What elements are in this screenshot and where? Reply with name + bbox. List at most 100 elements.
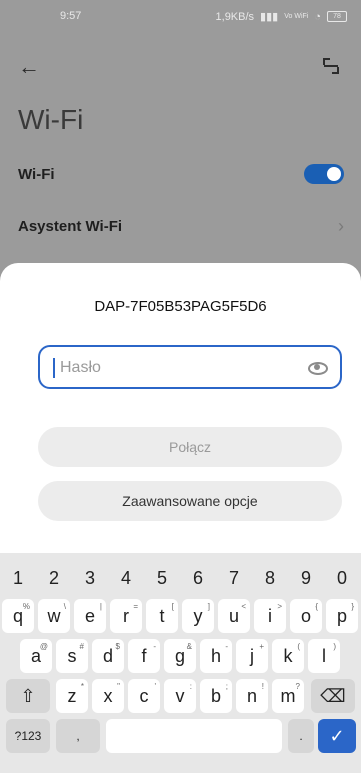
key-3[interactable]: 3 — [74, 561, 106, 595]
key-q[interactable]: q% — [2, 599, 34, 633]
wifi-assistant-row[interactable]: Asystent Wi-Fi › — [18, 210, 344, 242]
key-c[interactable]: c ' — [128, 679, 160, 713]
number-row: 1 2 3 4 5 6 7 8 9 0 — [0, 561, 361, 597]
check-icon[interactable]: ✓ — [318, 719, 356, 753]
key-d-hint: $ — [115, 642, 120, 651]
key-p-hint: } — [351, 602, 354, 611]
key-b[interactable]: b; — [200, 679, 232, 713]
key-h[interactable]: h- — [200, 639, 232, 673]
volte-label: Vo WiFi — [284, 13, 309, 20]
key-u[interactable]: u < — [218, 599, 250, 633]
key-h-label: h — [210, 645, 221, 666]
key-a[interactable]: a @ — [20, 639, 52, 673]
key-4-label: 4 — [120, 567, 131, 588]
toggle-knob — [327, 167, 341, 181]
key-c-hint: ' — [154, 682, 156, 691]
key-7-label: 7 — [228, 567, 239, 588]
key-g[interactable]: g & — [164, 639, 196, 673]
key-i-hint: > — [277, 602, 282, 611]
key-m-hint: ? — [295, 682, 300, 691]
wifi-icon: ◔ — [314, 10, 321, 23]
key-n[interactable]: n! — [236, 679, 268, 713]
shift-icon[interactable]: ⇧ — [6, 679, 50, 713]
key-7[interactable]: 7 — [218, 561, 250, 595]
network-speed: 1,9KB/s — [215, 10, 255, 23]
symbols-key-label: ?123 — [14, 729, 42, 743]
key-s-label: s — [67, 645, 77, 666]
top-bar: ← — [0, 50, 361, 90]
key-s[interactable]: s # — [56, 639, 88, 673]
key-p[interactable]: p} — [326, 599, 358, 633]
key-2-label: 2 — [48, 567, 59, 588]
key-5-label: 5 — [156, 567, 167, 588]
screen: 9:57 1,9KB/s ▮▮▮ Vo WiFi ◔ 78 ← Wi-Fi Wi… — [0, 0, 361, 773]
key-x-hint: " — [117, 682, 120, 691]
space-key[interactable] — [106, 719, 282, 753]
wifi-toggle-label: Wi-Fi — [18, 165, 55, 183]
key-o[interactable]: o{ — [290, 599, 322, 633]
eye-icon[interactable] — [308, 359, 328, 375]
wifi-toggle[interactable] — [304, 164, 344, 184]
key-b-label: b — [210, 685, 221, 706]
key-3-label: 3 — [84, 567, 95, 588]
key-x[interactable]: x " — [92, 679, 124, 713]
key-1[interactable]: 1 — [2, 561, 34, 595]
key-d[interactable]: d $ — [92, 639, 124, 673]
period-key-label: . — [299, 729, 303, 743]
key-r-label: r — [123, 605, 129, 626]
key-i[interactable]: i > — [254, 599, 286, 633]
key-t-label: t — [159, 605, 165, 626]
key-l[interactable]: l) — [308, 639, 340, 673]
text-cursor — [53, 358, 55, 378]
key-p-label: p — [336, 605, 347, 626]
key-l-hint: ) — [333, 642, 336, 651]
key-w-label: w — [47, 605, 61, 626]
key-z[interactable]: z * — [56, 679, 88, 713]
key-j[interactable]: j + — [236, 639, 268, 673]
wifi-toggle-row[interactable]: Wi-Fi — [18, 158, 344, 190]
key-9-label: 9 — [300, 567, 311, 588]
comma-key[interactable]: , — [56, 719, 100, 753]
key-e[interactable]: e | — [74, 599, 106, 633]
status-time: 9:57 — [60, 10, 82, 22]
backspace-icon[interactable]: ⌫ — [311, 679, 355, 713]
key-r[interactable]: r = — [110, 599, 142, 633]
password-field[interactable] — [38, 345, 342, 389]
password-input[interactable] — [58, 347, 302, 389]
scan-icon[interactable] — [323, 58, 339, 74]
key-6[interactable]: 6 — [182, 561, 214, 595]
key-y[interactable]: y] — [182, 599, 214, 633]
key-t[interactable]: t[ — [146, 599, 178, 633]
key-4[interactable]: 4 — [110, 561, 142, 595]
keyboard: 1234567890 q% w \ e | r = t[y] u < i > o{p} a @ s # d $ f -… — [0, 553, 361, 773]
key-m[interactable]: m? — [272, 679, 304, 713]
keyboard-row-3: ⇧ ⌫ z * x " c ' v: b; n! m? — [0, 679, 361, 715]
key-0-label: 0 — [336, 567, 347, 588]
symbols-key[interactable]: ?123 — [6, 719, 50, 753]
key-w[interactable]: w \ — [38, 599, 70, 633]
key-8[interactable]: 8 — [254, 561, 286, 595]
key-k-hint: ( — [297, 642, 300, 651]
key-d-label: d — [102, 645, 113, 666]
key-9[interactable]: 9 — [290, 561, 322, 595]
key-f[interactable]: f- — [128, 639, 160, 673]
key-v[interactable]: v: — [164, 679, 196, 713]
key-0[interactable]: 0 — [326, 561, 358, 595]
advanced-options-button[interactable]: Zaawansowane opcje — [38, 481, 342, 521]
battery-level: 78 — [333, 13, 341, 20]
signal-icon: ▮▮▮ — [260, 11, 279, 23]
battery-icon: 78 — [327, 11, 347, 22]
connect-button[interactable]: Połącz — [38, 427, 342, 467]
key-g-hint: & — [186, 642, 192, 651]
key-k-label: k — [283, 645, 293, 666]
period-key[interactable]: . — [288, 719, 314, 753]
key-k[interactable]: k( — [272, 639, 304, 673]
key-u-hint: < — [241, 602, 246, 611]
key-2[interactable]: 2 — [38, 561, 70, 595]
key-5[interactable]: 5 — [146, 561, 178, 595]
advanced-options-label: Zaawansowane opcje — [122, 493, 258, 509]
back-arrow-icon[interactable]: ← — [18, 54, 40, 80]
key-v-label: v — [175, 685, 185, 706]
wifi-password-dialog: DAP-7F05B53PAG5F5D6 Połącz Zaawansowane … — [0, 257, 361, 553]
key-i-label: i — [268, 605, 272, 626]
